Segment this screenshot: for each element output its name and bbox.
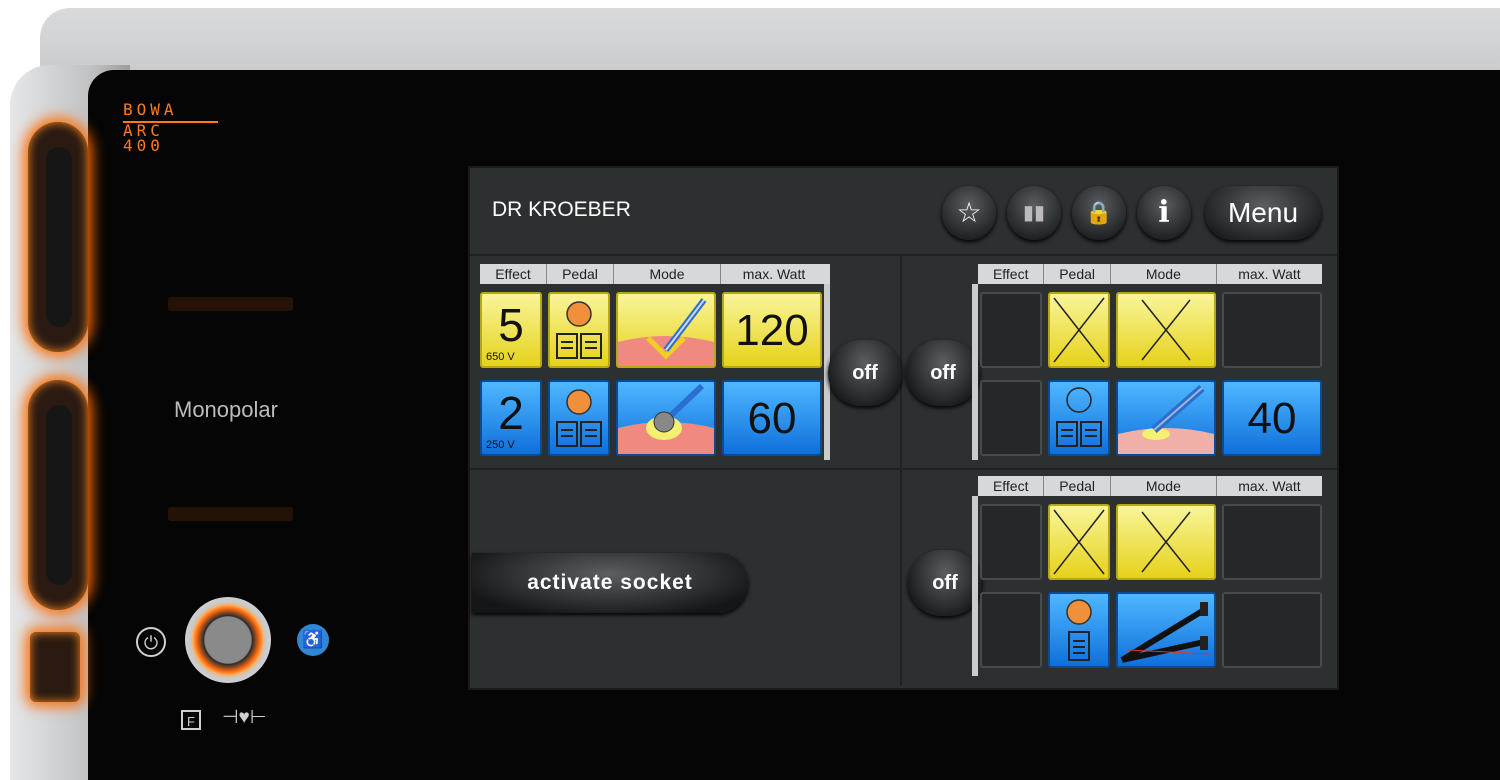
pedal-icon — [1056, 387, 1102, 447]
indicator-slot-lower — [168, 507, 293, 521]
effect-value: 5 — [498, 299, 524, 351]
indicator-slot-upper — [168, 297, 293, 311]
effect-voltage: 250 V — [486, 439, 515, 451]
cardiac-protection-icon: ⊣♥⊢ — [222, 707, 267, 728]
socket-monopolar-lower[interactable] — [28, 380, 88, 610]
power-symbol-icon: ⏻ — [136, 627, 166, 657]
pedal-tile-coag[interactable] — [1048, 592, 1110, 668]
mode-tile-cut[interactable] — [616, 292, 716, 368]
max-watt-value: 120 — [735, 306, 809, 355]
channel-right-bottom-rail — [972, 496, 978, 676]
header-max-watt: max. Watt — [1238, 478, 1301, 494]
brand-logo: BOWA ARC 400 — [123, 100, 218, 155]
channel-divider-vertical — [900, 256, 902, 686]
activate-socket-button[interactable]: activate socket — [472, 553, 748, 613]
socket-pin-housing — [46, 405, 72, 585]
header-effect: Effect — [978, 264, 1045, 284]
header-divider — [470, 254, 1337, 256]
header-mode: Mode — [1111, 264, 1217, 284]
menu-button[interactable]: Menu — [1205, 186, 1321, 240]
header-effect: Effect — [978, 476, 1045, 496]
cross-icon — [1141, 299, 1191, 361]
header-max-watt: max. Watt — [1238, 266, 1301, 282]
lock-icon: 🔒 — [1085, 200, 1113, 225]
max-watt-value: 40 — [1247, 394, 1297, 443]
pedal-tile-coag[interactable] — [548, 380, 610, 456]
info-button[interactable]: i — [1137, 186, 1191, 240]
effect-tile-empty[interactable] — [980, 292, 1042, 368]
header-max-watt: max. Watt — [742, 266, 806, 282]
effect-tile-empty[interactable] — [980, 504, 1042, 580]
header-pedal: Pedal — [547, 264, 614, 284]
lock-button[interactable]: 🔒 — [1072, 186, 1126, 240]
watt-tile-empty[interactable] — [1222, 504, 1322, 580]
channel-right-bottom-header: Effect Pedal Mode max. Watt — [978, 476, 1322, 496]
pedal-tile-disabled[interactable] — [1048, 292, 1110, 368]
watt-tile-empty[interactable] — [1222, 292, 1322, 368]
channel-right-top-off-button[interactable]: off — [906, 340, 980, 406]
header-mode: Mode — [614, 264, 721, 284]
cross-icon — [1141, 511, 1191, 573]
socket-pin-housing — [46, 147, 72, 327]
watt-tile-cut[interactable]: 120 — [722, 292, 822, 368]
header-effect: Effect — [480, 264, 547, 284]
manual-button[interactable]: ▮▮ — [1007, 186, 1061, 240]
effect-tile-empty[interactable] — [980, 592, 1042, 668]
pedal-icon — [1066, 599, 1092, 661]
pedal-tile-disabled[interactable] — [1048, 504, 1110, 580]
book-icon: ▮▮ — [1022, 202, 1045, 224]
channel-divider-horizontal — [470, 468, 1337, 470]
ball-electrode-icon — [618, 383, 714, 454]
channel-right-bottom-table: Effect Pedal Mode max. Watt — [972, 476, 1322, 676]
info-icon: i — [1158, 195, 1170, 230]
header-pedal: Pedal — [1044, 264, 1111, 284]
effect-tile-cut[interactable]: 5 650 V — [480, 292, 542, 368]
help-manual-icon: ♿ — [297, 624, 329, 656]
header-mode: Mode — [1111, 476, 1217, 496]
channel-left-header: Effect Pedal Mode max. Watt — [480, 264, 830, 284]
max-watt-value: 60 — [747, 394, 797, 443]
mode-label: Monopolar — [174, 397, 278, 422]
socket-neutral-electrode[interactable] — [30, 632, 80, 702]
favorite-button[interactable]: ☆ — [942, 186, 996, 240]
watt-tile-coag[interactable]: 40 — [1222, 380, 1322, 456]
channel-left-off-button[interactable]: off — [828, 340, 902, 406]
channel-left-table: Effect Pedal Mode max. Watt 5 650 V 120 … — [480, 264, 830, 460]
effect-tile-coag[interactable]: 2 250 V — [480, 380, 542, 456]
effect-value: 2 — [498, 387, 524, 439]
f-type-icon: F — [181, 710, 201, 730]
mode-tile-bipolar[interactable] — [1116, 592, 1216, 668]
mode-tile-disabled[interactable] — [1116, 504, 1216, 580]
pedal-tile-cut[interactable] — [548, 292, 610, 368]
logo-brand-text: BOWA — [123, 100, 218, 123]
pedal-icon — [556, 389, 602, 447]
spray-electrode-icon — [1118, 384, 1214, 454]
cut-electrode-icon — [618, 298, 714, 366]
channel-right-bottom-off-button[interactable]: off — [908, 550, 982, 616]
mode-tile-disabled[interactable] — [1116, 292, 1216, 368]
watt-tile-empty[interactable] — [1222, 592, 1322, 668]
effect-voltage: 650 V — [486, 351, 515, 363]
channel-right-top-rail — [972, 284, 978, 460]
header-pedal: Pedal — [1044, 476, 1111, 496]
cross-icon — [1053, 509, 1105, 575]
bipolar-forceps-icon — [1120, 602, 1211, 663]
user-name: DR KROEBER — [492, 198, 631, 221]
touchscreen: DR KROEBER ☆ ▮▮ 🔒 i Menu Effect Pedal Mo… — [468, 166, 1339, 690]
pedal-icon — [556, 301, 602, 359]
mode-tile-coag[interactable] — [616, 380, 716, 456]
watt-tile-coag[interactable]: 60 — [722, 380, 822, 456]
cross-icon — [1053, 297, 1105, 363]
power-button[interactable] — [185, 597, 271, 683]
socket-monopolar-upper[interactable] — [28, 122, 88, 352]
pedal-tile-coag[interactable] — [1048, 380, 1110, 456]
star-icon: ☆ — [956, 197, 982, 228]
channel-right-top-table: Effect Pedal Mode max. Watt 40 — [972, 264, 1322, 460]
channel-right-top-header: Effect Pedal Mode max. Watt — [978, 264, 1322, 284]
effect-tile-empty[interactable] — [980, 380, 1042, 456]
logo-model-number: 400 — [123, 136, 164, 155]
mode-tile-coag[interactable] — [1116, 380, 1216, 456]
